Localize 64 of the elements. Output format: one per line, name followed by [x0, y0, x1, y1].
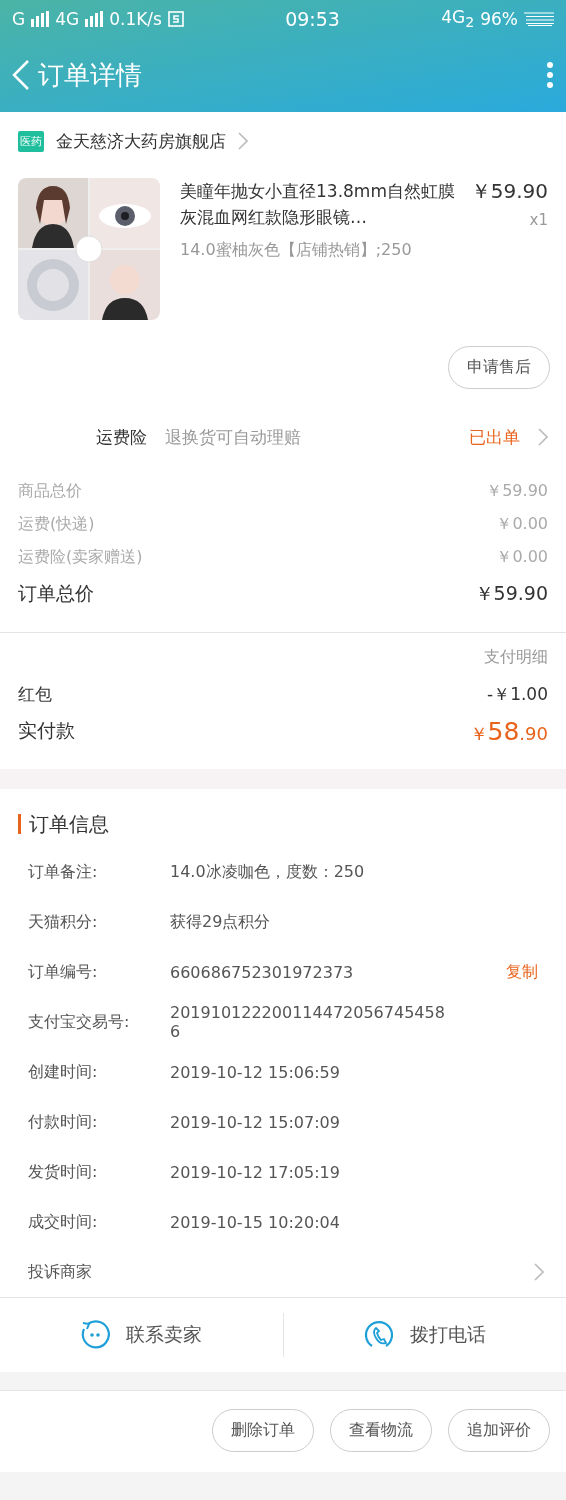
cost-label: 商品总价 [18, 481, 82, 502]
payment-detail-label: 支付明细 [483, 647, 548, 668]
total-label: 订单总价 [18, 581, 94, 606]
sim-icon [167, 11, 184, 27]
carrier-label: G [12, 9, 26, 29]
info-label: 创建时间: [28, 1061, 99, 1083]
cost-value: ￥0.00 [496, 514, 548, 535]
store-name[interactable]: 金天慈济大药房旗舰店 [56, 129, 226, 153]
chat-face-icon [80, 1320, 111, 1350]
product-title[interactable]: 美瞳年抛女小直径13.8mm自然虹膜灰混血网红款隐形眼镜… [180, 178, 461, 230]
info-value: 660686752301972373 [170, 962, 354, 982]
info-label: 天猫积分: [28, 911, 99, 933]
cost-value: ￥0.00 [496, 547, 548, 568]
chevron-right-icon [538, 428, 548, 446]
info-label: 支付宝交易号: [28, 1011, 131, 1033]
store-badge: 医药 [18, 130, 44, 152]
info-value: 获得29点积分 [170, 911, 271, 933]
order-action-button[interactable]: 追加评价 [448, 1409, 550, 1452]
signal-icon [31, 11, 50, 27]
complaint-link[interactable]: 投诉商家 [28, 1261, 92, 1283]
after-sale-button[interactable]: 申请售后 [448, 346, 550, 389]
info-value: 2019-10-15 10:20:04 [170, 1212, 340, 1232]
network-type: 4G$_{2}$ [441, 7, 475, 31]
product-spec: 14.0蜜柚灰色【店铺热销】;250 [180, 240, 413, 261]
info-value: 2019-10-12 17:05:19 [170, 1162, 340, 1182]
total-value: ￥59.90 [474, 581, 548, 606]
phone-icon [363, 1320, 394, 1350]
discount-value: -￥1.00 [487, 682, 548, 706]
info-value: 2019-10-12 15:07:09 [170, 1112, 340, 1132]
cost-label: 运费(快递) [18, 514, 95, 535]
insurance-description: 退换货可自动理赔 [165, 425, 302, 449]
clock: 09:53 [284, 8, 341, 30]
info-value: 2019101222001144720567454586 [170, 1003, 445, 1041]
discount-label: 红包 [18, 682, 52, 706]
info-label: 订单备注: [28, 861, 99, 883]
page-title: 订单详情 [38, 58, 143, 92]
cost-value: ￥59.90 [486, 481, 548, 502]
more-icon[interactable] [546, 61, 554, 89]
section-title: 订单信息 [29, 810, 109, 838]
battery-icon [524, 12, 554, 26]
info-label: 付款时间: [28, 1111, 99, 1133]
battery-level: 96% [480, 9, 518, 29]
copy-link[interactable]: 复制 [506, 961, 538, 983]
cost-label: 运费险(卖家赠送) [18, 547, 143, 568]
chevron-right-icon [238, 132, 248, 150]
info-value: 2019-10-12 15:06:59 [170, 1062, 340, 1082]
contact-button[interactable]: 联系卖家 [0, 1319, 283, 1351]
paid-amount: ￥58.90 [469, 716, 548, 746]
order-action-button[interactable]: 查看物流 [330, 1409, 432, 1452]
signal-icon [85, 11, 104, 27]
info-label: 成交时间: [28, 1211, 99, 1233]
info-value: 14.0冰凌咖色，度数：250 [170, 861, 365, 883]
network-speed: 0.1K/s [109, 9, 162, 29]
carrier-label: 4G [55, 9, 80, 29]
insurance-label: 运费险 [96, 425, 147, 449]
back-icon[interactable] [12, 59, 30, 91]
info-label: 订单编号: [28, 961, 99, 983]
info-label: 发货时间: [28, 1161, 99, 1183]
order-action-button[interactable]: 删除订单 [212, 1409, 314, 1452]
chevron-right-icon [534, 1263, 544, 1281]
product-price: ￥59.90 [470, 178, 548, 205]
paid-label: 实付款 [18, 718, 75, 743]
product-quantity: x1 [528, 211, 548, 229]
contact-button[interactable]: 拨打电话 [283, 1319, 566, 1351]
